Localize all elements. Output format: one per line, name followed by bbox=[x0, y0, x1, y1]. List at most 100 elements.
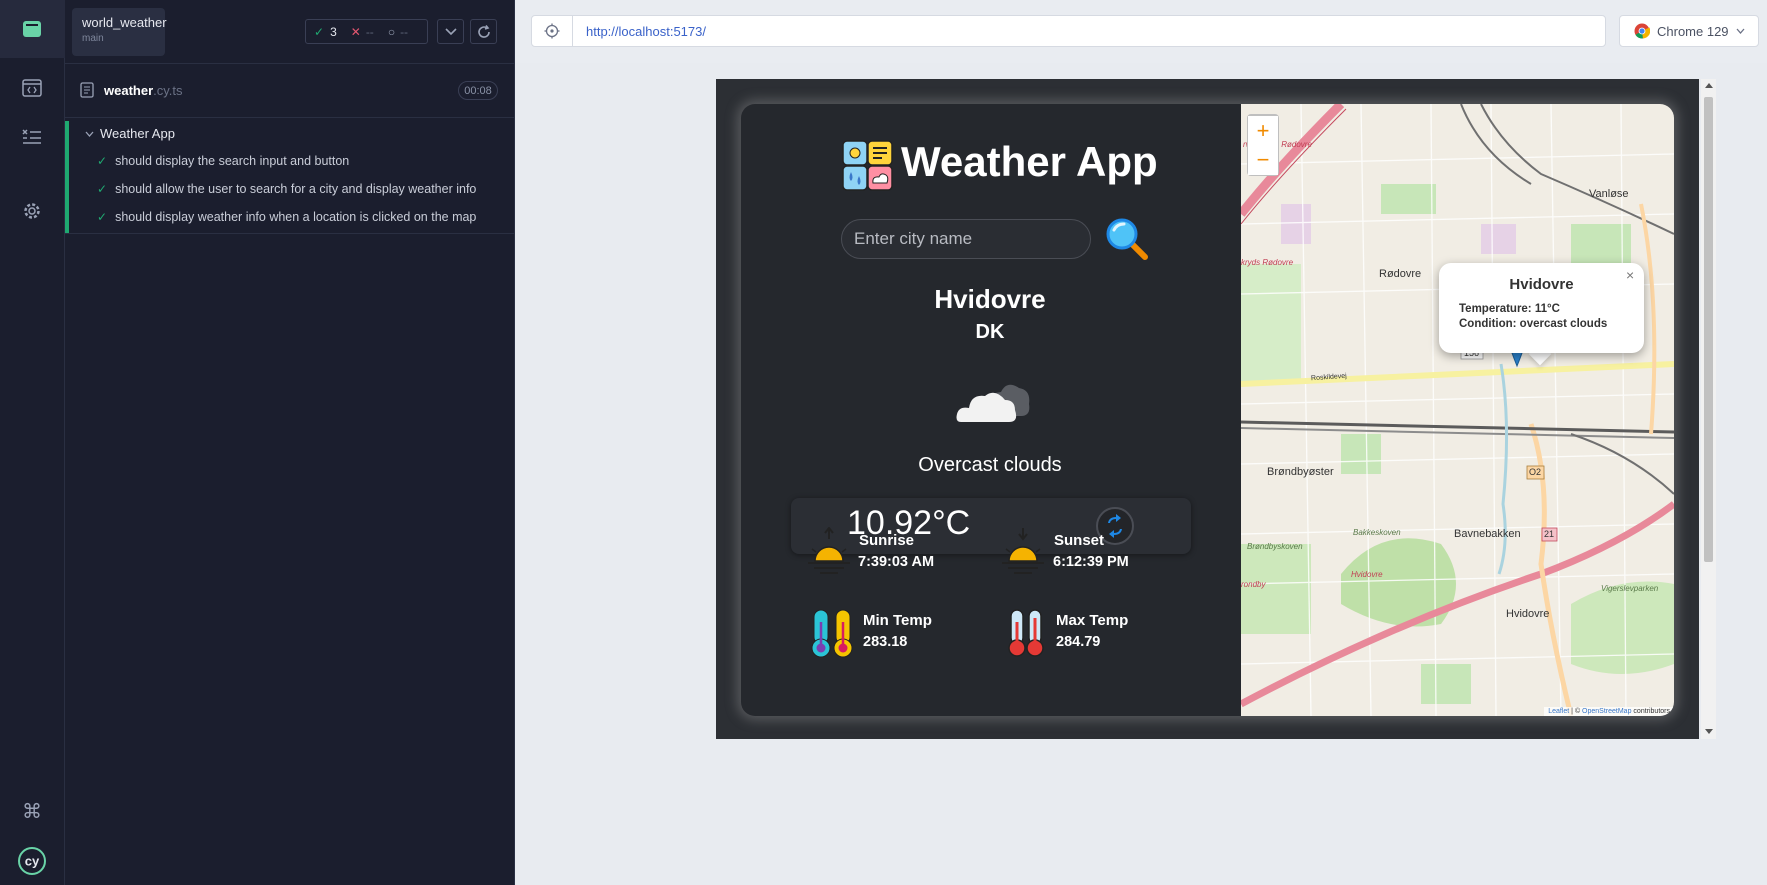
settings-icon[interactable] bbox=[17, 196, 47, 226]
min-temp-thermometer-icon bbox=[811, 609, 853, 658]
command-icon[interactable]: ⌘ bbox=[17, 796, 47, 826]
popup-condition: Condition: overcast clouds bbox=[1459, 318, 1608, 330]
map-place-label: Hvidovre bbox=[1506, 608, 1550, 620]
url-text[interactable]: http://localhost:5173/ bbox=[586, 24, 706, 39]
sunset-label: Sunset bbox=[1054, 532, 1105, 549]
refresh-icon bbox=[477, 24, 490, 38]
project-tooltip: world_weather main bbox=[72, 8, 167, 56]
app-viewport: Weather App Hvidovre DK Overcast clouds … bbox=[716, 79, 1699, 739]
check-icon: ✓ bbox=[97, 210, 108, 224]
weather-logo-icon bbox=[842, 140, 893, 191]
test-title: should allow the user to search for a ci… bbox=[115, 182, 477, 196]
leaflet-link[interactable]: Leaflet bbox=[1548, 708, 1569, 715]
osm-link[interactable]: OpenStreetMap bbox=[1582, 708, 1631, 715]
min-temp-value: 283.18 bbox=[863, 634, 908, 650]
scroll-thumb[interactable] bbox=[1704, 97, 1713, 562]
spec-file-row[interactable]: weather .cy.ts bbox=[80, 78, 500, 102]
test-row[interactable]: ✓ should display weather info when a loc… bbox=[97, 210, 476, 224]
attribution-text: contributors bbox=[1633, 708, 1670, 715]
collapse-button[interactable] bbox=[437, 19, 464, 44]
spec-name: weather bbox=[104, 82, 154, 98]
map-place-label: Vanløse bbox=[1589, 188, 1629, 200]
spec-extension: .cy.ts bbox=[153, 82, 183, 98]
map-place-label: Brøndbyskoven bbox=[1247, 542, 1303, 551]
crosshair-icon[interactable] bbox=[544, 23, 560, 39]
sunset-icon bbox=[1002, 528, 1044, 574]
map-road-label: kryds Rødovre bbox=[1241, 258, 1294, 267]
check-icon: ✓ bbox=[97, 182, 108, 196]
map-place-label: Brøndbyøster bbox=[1267, 466, 1334, 478]
suite-row[interactable]: Weather App bbox=[85, 126, 175, 141]
cypress-sidebar-rail: ⌘ cy bbox=[0, 0, 65, 885]
check-icon: ✓ bbox=[97, 154, 108, 168]
browser-selector[interactable]: Chrome 129 bbox=[1619, 15, 1759, 47]
browser-name: Chrome 129 bbox=[1657, 23, 1729, 39]
overcast-cloud-icon bbox=[956, 384, 1030, 422]
popup-title: Hvidovre bbox=[1509, 276, 1574, 293]
app-scrollbar[interactable] bbox=[1701, 79, 1716, 739]
map-road-label: rondby bbox=[1241, 580, 1266, 589]
road-shield-label: O2 bbox=[1529, 467, 1542, 477]
map-place-label: Bakkeskoven bbox=[1353, 528, 1401, 537]
suite-block: Weather App ✓ should display the search … bbox=[65, 121, 515, 233]
test-list-icon[interactable] bbox=[17, 122, 47, 152]
cypress-logo[interactable]: cy bbox=[16, 845, 48, 877]
suite-title: Weather App bbox=[100, 126, 175, 141]
map-place-label: Rødovre bbox=[1379, 268, 1422, 280]
chrome-icon bbox=[1634, 23, 1650, 39]
rerun-button[interactable] bbox=[470, 19, 497, 44]
file-icon bbox=[80, 82, 94, 98]
passed-count: 3 bbox=[330, 24, 337, 39]
project-name: world_weather bbox=[82, 15, 167, 30]
test-title: should display the search input and butt… bbox=[115, 154, 350, 168]
pending-icon: ○ bbox=[387, 24, 396, 39]
map-popup: × Hvidovre Temperature: 11°C Condition: … bbox=[1439, 263, 1644, 353]
search-button[interactable] bbox=[1104, 216, 1150, 262]
test-stats: ✓ 3 ✕ -- ○ -- bbox=[305, 19, 428, 44]
url-bar[interactable]: http://localhost:5173/ bbox=[531, 15, 1606, 47]
divider bbox=[65, 63, 515, 64]
check-icon: ✓ bbox=[314, 24, 325, 39]
weather-condition: Overcast clouds bbox=[918, 454, 1062, 476]
map-place-label: Vigerslevparken bbox=[1601, 584, 1659, 593]
divider bbox=[572, 16, 573, 46]
weather-card: Weather App Hvidovre DK Overcast clouds … bbox=[741, 104, 1674, 716]
failed-icon: ✕ bbox=[350, 24, 361, 39]
sunrise-time: 7:39:03 AM bbox=[858, 554, 935, 570]
test-row[interactable]: ✓ should display the search input and bu… bbox=[97, 154, 349, 168]
chevron-down-icon bbox=[444, 27, 457, 35]
max-temp-value: 284.79 bbox=[1056, 634, 1101, 650]
popup-temperature: Temperature: 11°C bbox=[1459, 303, 1560, 315]
max-temp-label: Max Temp bbox=[1056, 612, 1129, 629]
app-title: Weather App bbox=[901, 138, 1158, 185]
divider bbox=[65, 117, 515, 118]
svg-text:cy: cy bbox=[25, 854, 40, 869]
country-code: DK bbox=[975, 321, 1005, 343]
road-shield-label: 21 bbox=[1544, 529, 1555, 539]
sunset-time: 6:12:39 PM bbox=[1053, 554, 1129, 570]
scroll-up-icon[interactable] bbox=[1705, 83, 1713, 88]
leaflet-map[interactable]: 156 O2 21 Vanløse Rødovre Brøndbyøster B… bbox=[1241, 104, 1674, 716]
map-road-label: Hvidovre bbox=[1351, 570, 1383, 579]
city-name: Hvidovre bbox=[934, 284, 1046, 314]
zoom-out-button[interactable]: − bbox=[1248, 145, 1278, 175]
spec-duration: 00:08 bbox=[458, 81, 498, 100]
divider bbox=[65, 233, 515, 234]
chevron-down-icon bbox=[1736, 28, 1745, 34]
map-attribution: Leaflet | © OpenStreetMap contributors bbox=[1544, 707, 1674, 716]
max-temp-thermometer-icon bbox=[1008, 609, 1044, 657]
test-row[interactable]: ✓ should allow the user to search for a … bbox=[97, 182, 476, 196]
city-search-input[interactable] bbox=[841, 219, 1091, 259]
branch-name: main bbox=[82, 33, 104, 44]
chevron-down-icon bbox=[85, 131, 94, 137]
map-place-label: Bavnebakken bbox=[1454, 528, 1521, 540]
failed-count: -- bbox=[365, 24, 374, 39]
code-browser-icon[interactable] bbox=[17, 73, 47, 103]
zoom-in-button[interactable]: + bbox=[1248, 116, 1278, 146]
min-temp-label: Min Temp bbox=[863, 612, 932, 629]
app-window-icon[interactable] bbox=[17, 14, 47, 44]
scroll-down-icon[interactable] bbox=[1705, 729, 1713, 734]
sunrise-label: Sunrise bbox=[859, 532, 915, 549]
test-title: should display weather info when a locat… bbox=[115, 210, 477, 224]
sunrise-icon bbox=[808, 527, 850, 574]
